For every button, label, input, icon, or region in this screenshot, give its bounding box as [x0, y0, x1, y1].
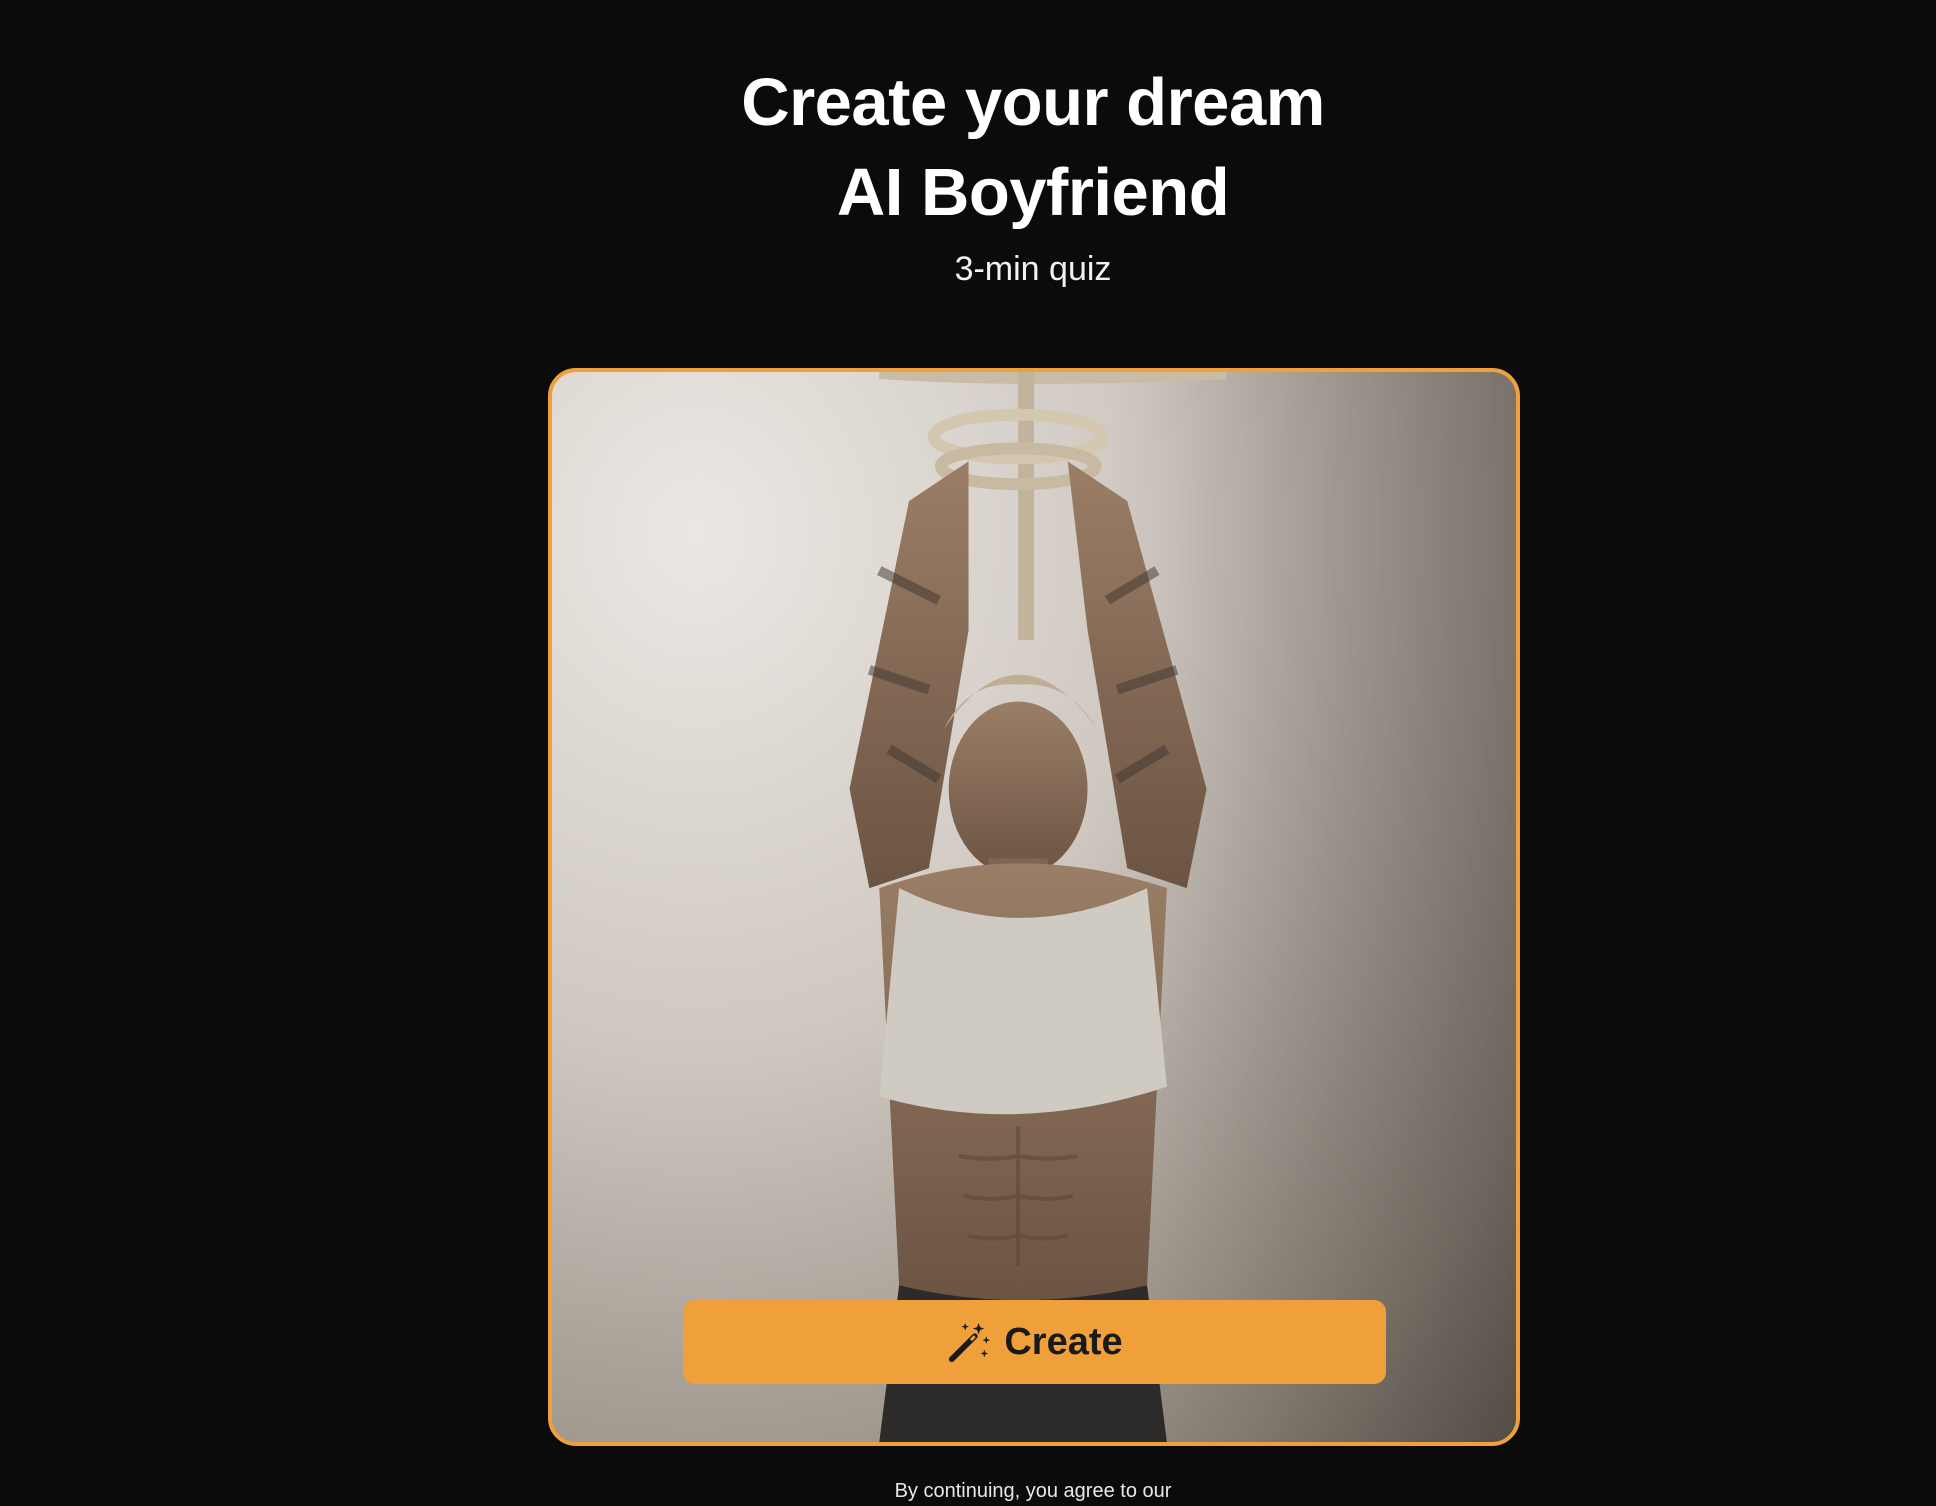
quiz-landing-page: Create your dream AI Boyfriend 3-min qui… [0, 0, 1936, 1506]
title-line-2: AI Boyfriend [836, 155, 1230, 230]
create-button[interactable]: Create [683, 1300, 1386, 1384]
page-title: Create your dream AI Boyfriend [0, 58, 1936, 238]
title-line-1: Create your dream [741, 65, 1325, 140]
boyfriend-preview-image [849, 372, 1516, 1442]
create-button-label: Create [1004, 1320, 1123, 1363]
terms-notice: By continuing, you agree to our [894, 1480, 1172, 1502]
quiz-duration-subtitle: 3-min quiz [954, 250, 1112, 288]
magic-wand-icon [949, 1322, 991, 1363]
boyfriend-preview-card: Create [548, 368, 1520, 1446]
